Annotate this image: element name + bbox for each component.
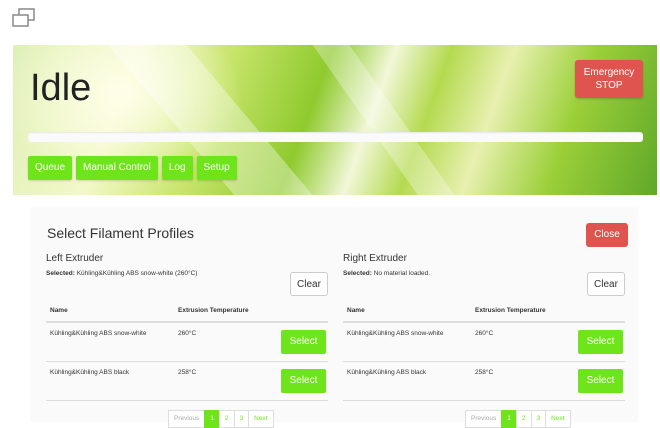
column-header-temperature: Extrusion Temperature bbox=[471, 300, 567, 323]
header-banner: Idle Emergency STOP Queue Manual Control… bbox=[13, 45, 657, 195]
panel-title: Select Filament Profiles bbox=[47, 225, 195, 241]
profile-temperature: 260°C bbox=[471, 322, 567, 362]
left-extruder-section: Left Extruder Selected: Kühling&Kühling … bbox=[46, 253, 328, 401]
profile-temperature: 258°C bbox=[471, 361, 567, 401]
pagination-previous[interactable]: Previous bbox=[168, 410, 206, 428]
profile-name: Kühling&Kühling ABS black bbox=[343, 361, 471, 401]
left-extruder-title: Left Extruder bbox=[46, 253, 104, 264]
right-extruder-section: Right Extruder Selected: No material loa… bbox=[343, 253, 625, 401]
select-button[interactable]: Select bbox=[281, 330, 326, 354]
pagination-page-2[interactable]: 2 bbox=[218, 410, 235, 428]
table-row: Kühling&Kühling ABS snow-white 260°C Sel… bbox=[343, 322, 625, 362]
pagination-page-3[interactable]: 3 bbox=[530, 410, 547, 428]
column-header-action bbox=[567, 300, 625, 323]
right-selected-info: Selected: No material loaded. bbox=[343, 270, 625, 277]
right-pagination: Previous 1 2 3 Next bbox=[465, 410, 571, 428]
column-header-action bbox=[270, 300, 328, 323]
table-row: Kühling&Kühling ABS black 258°C Select bbox=[343, 361, 625, 401]
restore-window-icon[interactable] bbox=[10, 8, 38, 28]
printer-status: Idle bbox=[30, 67, 92, 109]
select-button[interactable]: Select bbox=[281, 369, 326, 393]
right-profiles-table: Name Extrusion Temperature Kühling&Kühli… bbox=[343, 300, 625, 401]
selected-value: No material loaded. bbox=[373, 270, 431, 277]
main-nav: Queue Manual Control Log Setup bbox=[28, 156, 237, 180]
profile-name: Kühling&Kühling ABS snow-white bbox=[343, 322, 471, 362]
right-clear-button[interactable]: Clear bbox=[587, 272, 625, 296]
selected-label: Selected: bbox=[343, 270, 372, 277]
nav-manual-control-button[interactable]: Manual Control bbox=[76, 156, 158, 180]
profile-temperature: 260°C bbox=[174, 322, 270, 362]
column-header-name: Name bbox=[343, 300, 471, 323]
profile-name: Kühling&Kühling ABS snow-white bbox=[46, 322, 174, 362]
banner-decoration bbox=[309, 45, 507, 195]
selected-value: Kühling&Kühling ABS snow-white (260°C) bbox=[76, 270, 198, 277]
profile-name: Kühling&Kühling ABS black bbox=[46, 361, 174, 401]
left-profiles-table: Name Extrusion Temperature Kühling&Kühli… bbox=[46, 300, 328, 401]
right-extruder-title: Right Extruder bbox=[343, 253, 407, 264]
profile-temperature: 258°C bbox=[174, 361, 270, 401]
left-selected-info: Selected: Kühling&Kühling ABS snow-white… bbox=[46, 270, 328, 277]
nav-queue-button[interactable]: Queue bbox=[28, 156, 73, 180]
table-row: Kühling&Kühling ABS black 258°C Select bbox=[46, 361, 328, 401]
column-header-temperature: Extrusion Temperature bbox=[174, 300, 270, 323]
progress-bar bbox=[28, 132, 643, 142]
pagination-page-2[interactable]: 2 bbox=[515, 410, 532, 428]
selected-label: Selected: bbox=[46, 270, 75, 277]
emergency-stop-button[interactable]: Emergency STOP bbox=[575, 60, 643, 98]
pagination-next[interactable]: Next bbox=[545, 410, 571, 428]
select-button[interactable]: Select bbox=[578, 330, 623, 354]
pagination-previous[interactable]: Previous bbox=[465, 410, 503, 428]
column-header-name: Name bbox=[46, 300, 174, 323]
pagination-page-1[interactable]: 1 bbox=[501, 410, 517, 428]
table-row: Kühling&Kühling ABS snow-white 260°C Sel… bbox=[46, 322, 328, 362]
nav-setup-button[interactable]: Setup bbox=[196, 156, 237, 180]
close-button[interactable]: Close bbox=[586, 223, 628, 247]
filament-profiles-panel: Select Filament Profiles Close Left Extr… bbox=[30, 207, 638, 422]
select-button[interactable]: Select bbox=[578, 369, 623, 393]
left-pagination: Previous 1 2 3 Next bbox=[168, 410, 274, 428]
nav-log-button[interactable]: Log bbox=[161, 156, 193, 180]
left-clear-button[interactable]: Clear bbox=[290, 272, 328, 296]
pagination-page-1[interactable]: 1 bbox=[204, 410, 220, 428]
pagination-page-3[interactable]: 3 bbox=[233, 410, 250, 428]
pagination-next[interactable]: Next bbox=[248, 410, 274, 428]
